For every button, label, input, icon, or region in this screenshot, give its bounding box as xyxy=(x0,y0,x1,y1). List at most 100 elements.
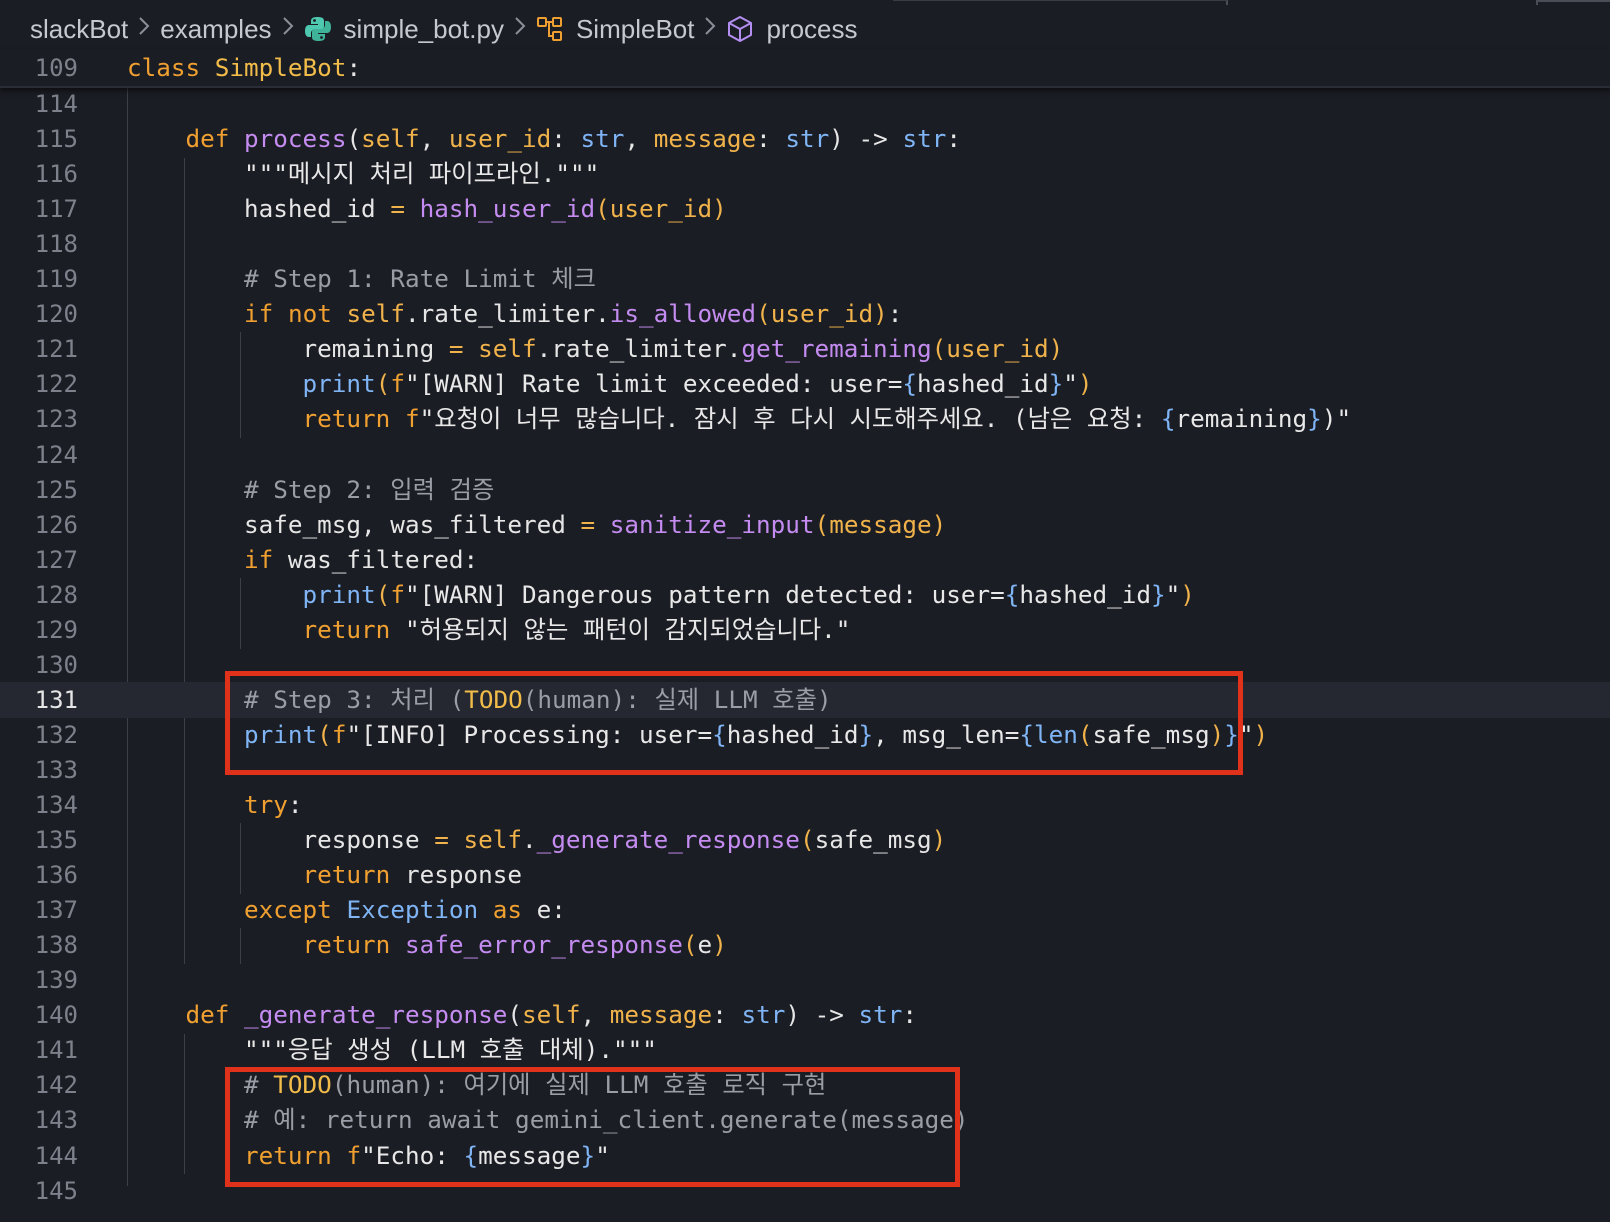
breadcrumb-file[interactable]: simple_bot.py xyxy=(304,14,504,45)
line-number[interactable]: 114 xyxy=(0,86,78,122)
code-line-116[interactable]: 116 """메시지 처리 파이프라인.""" xyxy=(0,156,1610,192)
code-token: # Step 2: 입력 검증 xyxy=(244,474,495,504)
code-line-126[interactable]: 126 safe_msg, was_filtered = sanitize_in… xyxy=(0,507,1610,543)
code-token: str xyxy=(858,1000,903,1030)
code-line-119[interactable]: 119 # Step 1: Rate Limit 체크 xyxy=(0,261,1610,297)
line-number[interactable]: 120 xyxy=(0,296,78,332)
line-number[interactable]: 122 xyxy=(0,366,78,402)
code-token: except xyxy=(244,895,332,925)
code-token: response xyxy=(302,825,420,855)
code-editor[interactable]: 114 115 def process(self, user_id: str, m… xyxy=(0,86,1610,1222)
code-line-127[interactable]: 127 if was_filtered: xyxy=(0,542,1610,578)
keyword-class: class xyxy=(127,53,201,82)
code-line-117[interactable]: 117 hashed_id = hash_user_id(user_id) xyxy=(0,191,1610,227)
line-number[interactable]: 123 xyxy=(0,401,78,437)
breadcrumb-folder-slackbot[interactable]: slackBot xyxy=(30,14,128,45)
line-number[interactable]: 137 xyxy=(0,892,78,928)
code-text: return response xyxy=(127,857,522,893)
line-number[interactable]: 134 xyxy=(0,787,78,823)
code-token: ( xyxy=(799,825,815,855)
code-line-140[interactable]: 140 def _generate_response(self, message… xyxy=(0,997,1610,1033)
code-token: -> xyxy=(814,1000,844,1030)
code-token: ( xyxy=(375,369,391,399)
code-line-141[interactable]: 141 """응답 생성 (LLM 호출 대체).""" xyxy=(0,1032,1610,1068)
line-number[interactable]: 128 xyxy=(0,577,78,613)
line-number[interactable]: 132 xyxy=(0,717,78,753)
line-number[interactable]: 140 xyxy=(0,997,78,1033)
code-line-138[interactable]: 138 return safe_error_response(e) xyxy=(0,927,1610,963)
line-number[interactable]: 136 xyxy=(0,857,78,893)
code-line-121[interactable]: 121 remaining = self.rate_limiter.get_re… xyxy=(0,331,1610,367)
code-line-125[interactable]: 125 # Step 2: 입력 검증 xyxy=(0,472,1610,508)
line-number[interactable]: 124 xyxy=(0,437,78,473)
line-number[interactable]: 118 xyxy=(0,226,78,262)
code-line-134[interactable]: 134 try: xyxy=(0,787,1610,823)
line-number[interactable]: 115 xyxy=(0,121,78,157)
code-token: -> xyxy=(858,124,888,154)
code-token: ) xyxy=(931,509,947,539)
breadcrumb-label: simple_bot.py xyxy=(343,13,504,44)
breadcrumb-label: SimpleBot xyxy=(575,13,695,44)
line-number[interactable]: 139 xyxy=(0,962,78,998)
line-number[interactable]: 116 xyxy=(0,156,78,192)
code-token: ) xyxy=(1077,369,1093,399)
code-line-115[interactable]: 115 def process(self, user_id: str, mess… xyxy=(0,121,1610,157)
code-token: ( xyxy=(375,579,391,609)
code-line-137[interactable]: 137 except Exception as e: xyxy=(0,892,1610,928)
code-line-123[interactable]: 123 return f"요청이 너무 많습니다. 잠시 후 다시 시도해주세요… xyxy=(0,401,1610,437)
line-number[interactable]: 141 xyxy=(0,1032,78,1068)
breadcrumb-folder-examples[interactable]: examples xyxy=(160,14,271,45)
code-line-139[interactable]: 139 xyxy=(0,962,1610,998)
code-line-135[interactable]: 135 response = self._generate_response(s… xyxy=(0,822,1610,858)
line-number[interactable]: 135 xyxy=(0,822,78,858)
line-number[interactable]: 119 xyxy=(0,261,78,297)
line-number[interactable]: 143 xyxy=(0,1102,78,1138)
code-line-114[interactable]: 114 xyxy=(0,86,1610,122)
code-text: if was_filtered: xyxy=(127,542,478,578)
code-line-124[interactable]: 124 xyxy=(0,437,1610,473)
code-token: " xyxy=(1165,579,1181,609)
line-number[interactable]: 131 xyxy=(0,682,78,718)
line-number[interactable]: 130 xyxy=(0,647,78,683)
code-token: str xyxy=(580,124,625,154)
line-number[interactable]: 117 xyxy=(0,191,78,227)
code-token: { xyxy=(902,369,917,399)
code-line-118[interactable]: 118 xyxy=(0,226,1610,262)
line-number[interactable]: 142 xyxy=(0,1067,78,1103)
code-token: user_id xyxy=(609,194,713,224)
line-number[interactable]: 133 xyxy=(0,752,78,788)
code-token: { xyxy=(1004,579,1020,609)
code-line-136[interactable]: 136 return response xyxy=(0,857,1610,893)
code-line-128[interactable]: 128 print(f"[WARN] Dangerous pattern det… xyxy=(0,577,1610,613)
line-number[interactable]: 138 xyxy=(0,927,78,963)
code-text: except Exception as e: xyxy=(127,892,566,928)
code-line-129[interactable]: 129 return "허용되지 않는 패턴이 감지되었습니다." xyxy=(0,612,1610,648)
code-token: ) xyxy=(873,299,888,329)
sticky-scroll-header[interactable]: 109 class SimpleBot: xyxy=(0,50,1610,88)
line-number[interactable]: 126 xyxy=(0,507,78,543)
code-line-122[interactable]: 122 print(f"[WARN] Rate limit exceeded: … xyxy=(0,366,1610,402)
line-number[interactable]: 127 xyxy=(0,542,78,578)
code-text: try: xyxy=(127,787,303,823)
line-number[interactable]: 129 xyxy=(0,612,78,648)
breadcrumb-symbol-class[interactable]: SimpleBot xyxy=(536,13,695,45)
code-line-120[interactable]: 120 if not self.rate_limiter.is_allowed(… xyxy=(0,296,1610,332)
code-token: """메시지 처리 파이프라인.""" xyxy=(244,159,600,189)
line-number[interactable]: 144 xyxy=(0,1138,78,1174)
line-number[interactable]: 125 xyxy=(0,472,78,508)
line-number[interactable]: 121 xyxy=(0,331,78,367)
breadcrumb-symbol-method[interactable]: process xyxy=(726,14,858,45)
code-token: ) xyxy=(712,194,727,224)
code-token: def xyxy=(185,1000,230,1030)
line-number[interactable]: 145 xyxy=(0,1173,78,1209)
